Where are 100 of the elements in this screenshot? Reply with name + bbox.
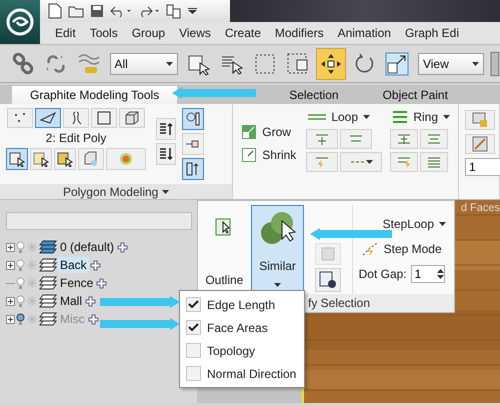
ring-shrink-button[interactable] <box>420 129 448 149</box>
subobject-level-button[interactable] <box>91 108 117 128</box>
grid-brush-icon <box>472 136 488 152</box>
check-icon <box>188 323 199 332</box>
outline-button[interactable]: Outline <box>204 217 245 287</box>
checkbox[interactable] <box>186 297 201 312</box>
app-logo-button[interactable] <box>0 0 40 44</box>
dropdown-arrow-icon <box>188 8 197 14</box>
redo-icon <box>138 4 160 18</box>
ribbon-tab[interactable]: Graphite Modeling Tools <box>12 86 178 104</box>
open-folder-icon <box>68 4 84 18</box>
fill-button[interactable] <box>315 268 342 292</box>
viewport-label: d Faces <box>460 202 500 214</box>
checkbox[interactable] <box>186 320 201 335</box>
wave-icon <box>76 52 101 76</box>
subobject-level-button[interactable] <box>35 108 61 128</box>
dotted-loop-button[interactable] <box>340 152 382 172</box>
menu-checkbox-item[interactable]: Topology <box>180 339 304 362</box>
expand-icon[interactable] <box>6 260 15 270</box>
selection-filter-dropdown[interactable]: All <box>110 52 178 74</box>
shaded-cube-cursor-icon <box>33 151 49 167</box>
subobject-level-button[interactable] <box>63 108 89 128</box>
snowflake-icon <box>26 241 38 253</box>
ribbon-tab[interactable]: Selection <box>269 86 359 104</box>
ring-all-button[interactable] <box>420 152 448 172</box>
menu-item[interactable]: Group <box>124 26 172 40</box>
dot-gap-spinner[interactable]: 1 <box>410 265 445 283</box>
shrink-button[interactable]: Shrink <box>239 145 298 165</box>
layer-name[interactable]: 0 (default) <box>58 239 116 255</box>
outline-icon <box>215 217 234 237</box>
bulb-icon <box>16 240 25 254</box>
search-field[interactable] <box>6 212 192 230</box>
ring-grow-button[interactable] <box>390 129 418 149</box>
pin-icon <box>185 138 201 150</box>
bulb-icon <box>16 276 25 290</box>
steploop-button[interactable]: StepLoop <box>380 215 448 233</box>
swirl-logo-icon <box>5 7 35 37</box>
layer-name[interactable]: Back <box>58 257 89 273</box>
undo-icon <box>110 4 132 18</box>
toolbar-button[interactable] <box>6 148 28 170</box>
grow-button[interactable]: Grow <box>239 122 293 142</box>
checkbox[interactable] <box>186 343 201 358</box>
menu-item[interactable]: Graph Edi <box>398 26 466 40</box>
dashed-rectangle-icon <box>252 52 277 76</box>
menu-item[interactable]: Animation <box>330 26 398 40</box>
caret-icon <box>162 190 170 194</box>
square-icon <box>97 111 111 125</box>
caret-icon <box>166 62 173 66</box>
loop-shrink-button[interactable] <box>340 129 372 149</box>
dashed-square-cube-icon <box>286 52 310 76</box>
loop-grow-button[interactable] <box>306 129 338 149</box>
paint-bucket-icon <box>319 271 338 289</box>
toolbar-button[interactable] <box>30 148 52 170</box>
ring-icon <box>426 156 442 168</box>
toolbar-button[interactable] <box>156 143 176 165</box>
menu-item[interactable]: Modifiers <box>268 26 331 40</box>
loop-button[interactable]: Loop <box>306 108 372 126</box>
stack-up-icon <box>185 161 201 177</box>
layer-name[interactable]: Mall <box>58 293 84 309</box>
caret-icon <box>439 222 446 226</box>
coordinate-system-dropdown[interactable]: View <box>418 52 484 74</box>
cube-icon <box>125 111 139 125</box>
expand-icon[interactable] <box>6 242 15 252</box>
expand-icon[interactable] <box>6 296 15 306</box>
add-icon <box>117 242 128 252</box>
shrink-icon <box>241 147 258 163</box>
move-icon <box>320 52 342 74</box>
filled-cube-cursor-icon <box>57 151 73 167</box>
checkbox[interactable] <box>186 366 201 381</box>
loop-icon <box>308 113 326 121</box>
spinner-field[interactable]: 1 <box>465 158 500 176</box>
menu-item[interactable]: Create <box>218 26 268 40</box>
similar-button[interactable]: Similar <box>250 205 304 291</box>
menu-item[interactable]: Edit <box>48 26 83 40</box>
toggle-button[interactable] <box>182 108 204 130</box>
subobject-level-button[interactable] <box>119 108 145 128</box>
toolbar-button[interactable] <box>156 118 176 140</box>
ring-icon <box>392 110 408 124</box>
add-icon <box>90 260 101 270</box>
layer-name[interactable]: Fence <box>58 275 96 291</box>
toggle-button[interactable] <box>182 158 204 180</box>
step-mode-button[interactable]: Step Mode <box>358 239 444 259</box>
toolbar-button[interactable] <box>316 48 346 80</box>
toggle-button[interactable] <box>182 133 204 155</box>
ring-mode-button[interactable] <box>390 152 418 172</box>
expand-icon[interactable] <box>6 314 15 324</box>
plus-lines-icon <box>314 133 330 145</box>
group-title: fy Selection <box>308 296 370 310</box>
ribbon-tab[interactable]: Object Paint <box>362 86 468 104</box>
menu-checkbox-item[interactable]: Normal Direction <box>180 362 304 385</box>
stack-down-icon <box>159 146 173 162</box>
menu-checkbox-item[interactable]: Edge Length <box>180 293 304 316</box>
menu-item[interactable]: Views <box>172 26 218 40</box>
toolbar-button[interactable] <box>54 148 76 170</box>
menu-item[interactable]: Tools <box>82 26 125 40</box>
subobject-level-button[interactable] <box>7 108 33 128</box>
menu-checkbox-item[interactable]: Face Areas <box>180 316 304 339</box>
new-file-icon <box>48 3 62 19</box>
group-title: Polygon Modeling <box>62 184 158 198</box>
ring-button[interactable]: Ring <box>390 108 452 126</box>
